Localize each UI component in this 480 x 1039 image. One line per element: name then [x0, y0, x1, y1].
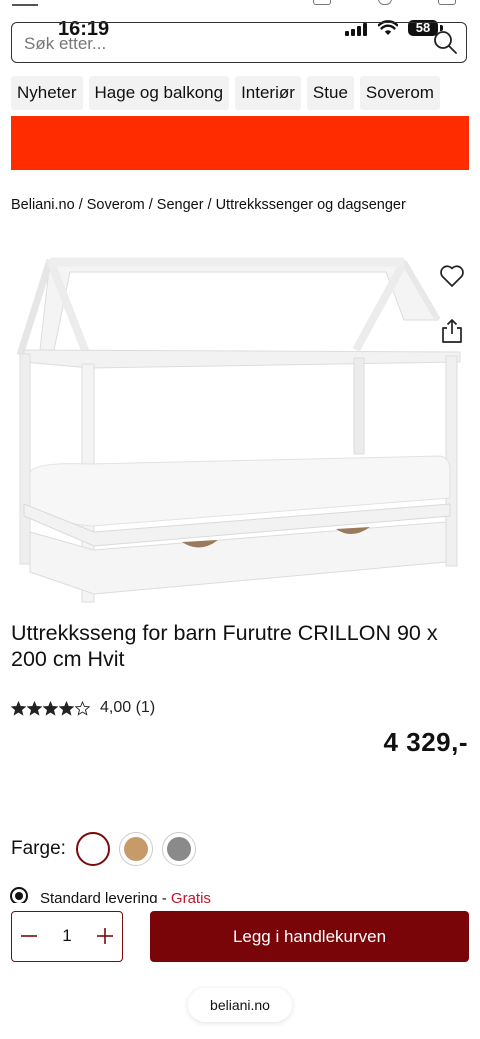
breadcrumb-home[interactable]: Beliani.no — [11, 197, 75, 213]
heart-icon[interactable] — [439, 263, 465, 289]
product-image[interactable] — [10, 250, 470, 610]
search-input[interactable] — [22, 31, 426, 57]
quantity-stepper: 1 — [11, 911, 123, 962]
cart-icon[interactable] — [438, 0, 456, 5]
star-filled-icon — [43, 700, 58, 716]
browser-url-bar[interactable]: beliani.no — [188, 988, 292, 1022]
account-icon[interactable] — [313, 0, 331, 5]
color-swatch-natural-wood[interactable] — [118, 832, 153, 866]
search-bar[interactable] — [11, 22, 467, 63]
rating-stars — [11, 700, 90, 716]
color-swatch-white[interactable] — [75, 832, 110, 866]
breadcrumb: Beliani.no / Soverom / Senger / Uttrekkssenger… — [11, 197, 406, 213]
product-title: Uttrekksseng for barn Furutre CRILLON 90… — [11, 621, 438, 671]
search-icon[interactable] — [432, 29, 458, 55]
promo-banner[interactable] — [11, 116, 469, 170]
color-label: Farge: — [11, 838, 66, 859]
share-icon[interactable] — [441, 318, 463, 344]
star-empty-icon — [75, 700, 90, 716]
breadcrumb-separator: / — [78, 197, 83, 213]
menu-icon[interactable] — [12, 0, 38, 6]
breadcrumb-senger[interactable]: Senger — [157, 197, 204, 213]
category-interior[interactable]: Interiør — [235, 76, 301, 110]
plus-icon[interactable] — [94, 925, 116, 947]
product-rating[interactable]: 4,00 (1) — [11, 698, 155, 718]
add-to-cart-button[interactable]: Legg i handlekurven — [150, 911, 469, 962]
product-price: 4 329,- — [383, 727, 468, 757]
star-filled-icon — [59, 700, 74, 716]
category-stue[interactable]: Stue — [306, 76, 354, 110]
star-filled-icon — [27, 700, 42, 716]
breadcrumb-separator: / — [207, 197, 212, 213]
color-picker: Farge: — [11, 832, 205, 866]
category-soverom[interactable]: Soverom — [359, 76, 440, 110]
breadcrumb-current[interactable]: Uttrekkssenger og dagsenger — [216, 197, 406, 213]
category-hage-og-balkong[interactable]: Hage og balkong — [88, 76, 230, 110]
color-swatch-grey[interactable] — [161, 832, 196, 866]
category-nav: Nyheter Hage og balkong Interiør Stue Sovero… — [11, 76, 480, 110]
wishlist-icon[interactable] — [378, 0, 392, 5]
logo[interactable] — [52, 0, 182, 8]
star-filled-icon — [11, 700, 26, 716]
breadcrumb-soverom[interactable]: Soverom — [87, 197, 145, 213]
category-nyheter[interactable]: Nyheter — [11, 76, 83, 110]
rating-text: 4,00 (1) — [100, 699, 156, 716]
breadcrumb-separator: / — [148, 197, 153, 213]
